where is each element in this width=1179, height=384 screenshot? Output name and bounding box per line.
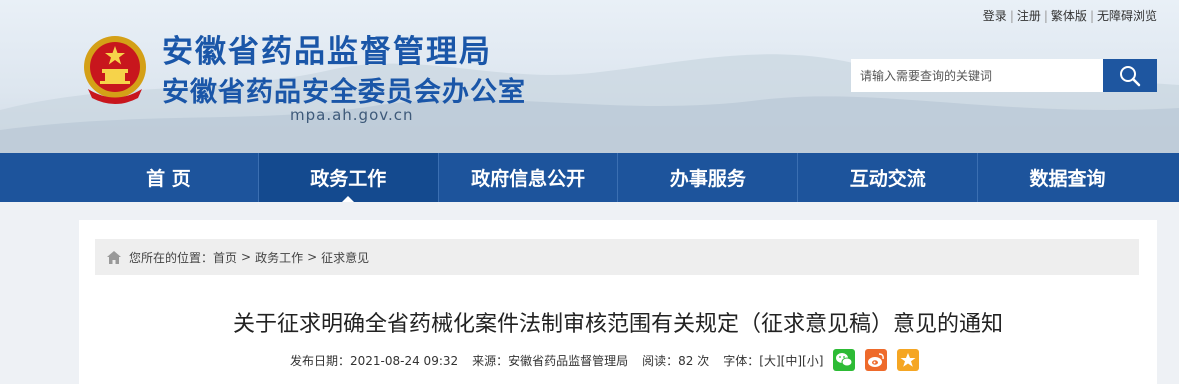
nav-services[interactable]: 办事服务 bbox=[617, 153, 797, 202]
nav-home[interactable]: 首 页 bbox=[79, 153, 258, 202]
read-count: 阅读：82 次 bbox=[642, 353, 710, 368]
breadcrumb: 您所在的位置： 首页 > 政务工作 > 征求意见 bbox=[95, 239, 1139, 275]
site-subtitle: 安徽省药品安全委员会办公室 bbox=[162, 77, 526, 108]
article-panel: 您所在的位置： 首页 > 政务工作 > 征求意见 关于征求明确全省药械化案件法制… bbox=[79, 220, 1157, 384]
site-header: 登录 | 注册 | 繁体版 | 无障碍浏览 安徽省药品监督管理局 安徽省药品安全委员会办公室… bbox=[0, 0, 1179, 153]
traditional-chinese-link[interactable]: 繁体版 bbox=[1051, 9, 1087, 23]
breadcrumb-separator: > bbox=[241, 250, 252, 264]
weibo-icon bbox=[868, 353, 885, 367]
register-link[interactable]: 注册 bbox=[1017, 9, 1041, 23]
nav-government-work[interactable]: 政务工作 bbox=[257, 153, 438, 202]
wechat-share-button[interactable] bbox=[833, 349, 856, 371]
nav-info-disclosure[interactable]: 政府信息公开 bbox=[437, 153, 618, 202]
nav-interaction[interactable]: 互动交流 bbox=[797, 153, 977, 202]
article-meta: 发布日期：2021-08-24 09:32 来源：安徽省药品监督管理局 阅读：8… bbox=[290, 348, 920, 372]
home-icon bbox=[107, 250, 121, 264]
font-small-button[interactable]: [小] bbox=[802, 352, 823, 369]
top-links: 登录 | 注册 | 繁体版 | 无障碍浏览 bbox=[983, 7, 1157, 24]
login-link[interactable]: 登录 bbox=[983, 9, 1007, 23]
separator: | bbox=[1089, 9, 1094, 23]
separator: | bbox=[1043, 9, 1048, 23]
search-icon bbox=[1120, 65, 1141, 86]
weibo-share-button[interactable] bbox=[865, 349, 888, 371]
accessibility-link[interactable]: 无障碍浏览 bbox=[1097, 9, 1157, 23]
search-button[interactable] bbox=[1103, 59, 1157, 92]
site-domain: mpa.ah.gov.cn bbox=[290, 106, 414, 124]
font-size-label: 字体： bbox=[723, 353, 760, 368]
breadcrumb-consultation[interactable]: 征求意见 bbox=[321, 249, 369, 266]
favorite-button[interactable] bbox=[897, 349, 920, 371]
breadcrumb-prefix: 您所在的位置： bbox=[129, 250, 214, 265]
national-emblem-logo bbox=[84, 36, 146, 104]
article-title: 关于征求明确全省药械化案件法制审核范围有关规定（征求意见稿）意见的通知 bbox=[232, 312, 1003, 337]
search-input[interactable] bbox=[851, 59, 1103, 92]
breadcrumb-home[interactable]: 首页 bbox=[213, 249, 237, 266]
font-medium-button[interactable]: [中] bbox=[781, 352, 802, 369]
nav-data-query[interactable]: 数据查询 bbox=[977, 153, 1157, 202]
breadcrumb-separator: > bbox=[307, 250, 318, 264]
publish-date: 发布日期：2021-08-24 09:32 bbox=[290, 353, 459, 368]
search-box bbox=[851, 59, 1157, 92]
site-title: 安徽省药品监督管理局 bbox=[162, 34, 492, 70]
separator: | bbox=[1009, 9, 1014, 23]
favorite-star-icon bbox=[900, 353, 916, 367]
article-source: 来源：安徽省药品监督管理局 bbox=[472, 353, 629, 368]
breadcrumb-government-work[interactable]: 政务工作 bbox=[255, 249, 303, 266]
main-navigation: 首 页 政务工作 政府信息公开 办事服务 互动交流 数据查询 bbox=[0, 153, 1179, 202]
wechat-icon bbox=[836, 353, 853, 367]
font-large-button[interactable]: [大] bbox=[759, 352, 780, 369]
